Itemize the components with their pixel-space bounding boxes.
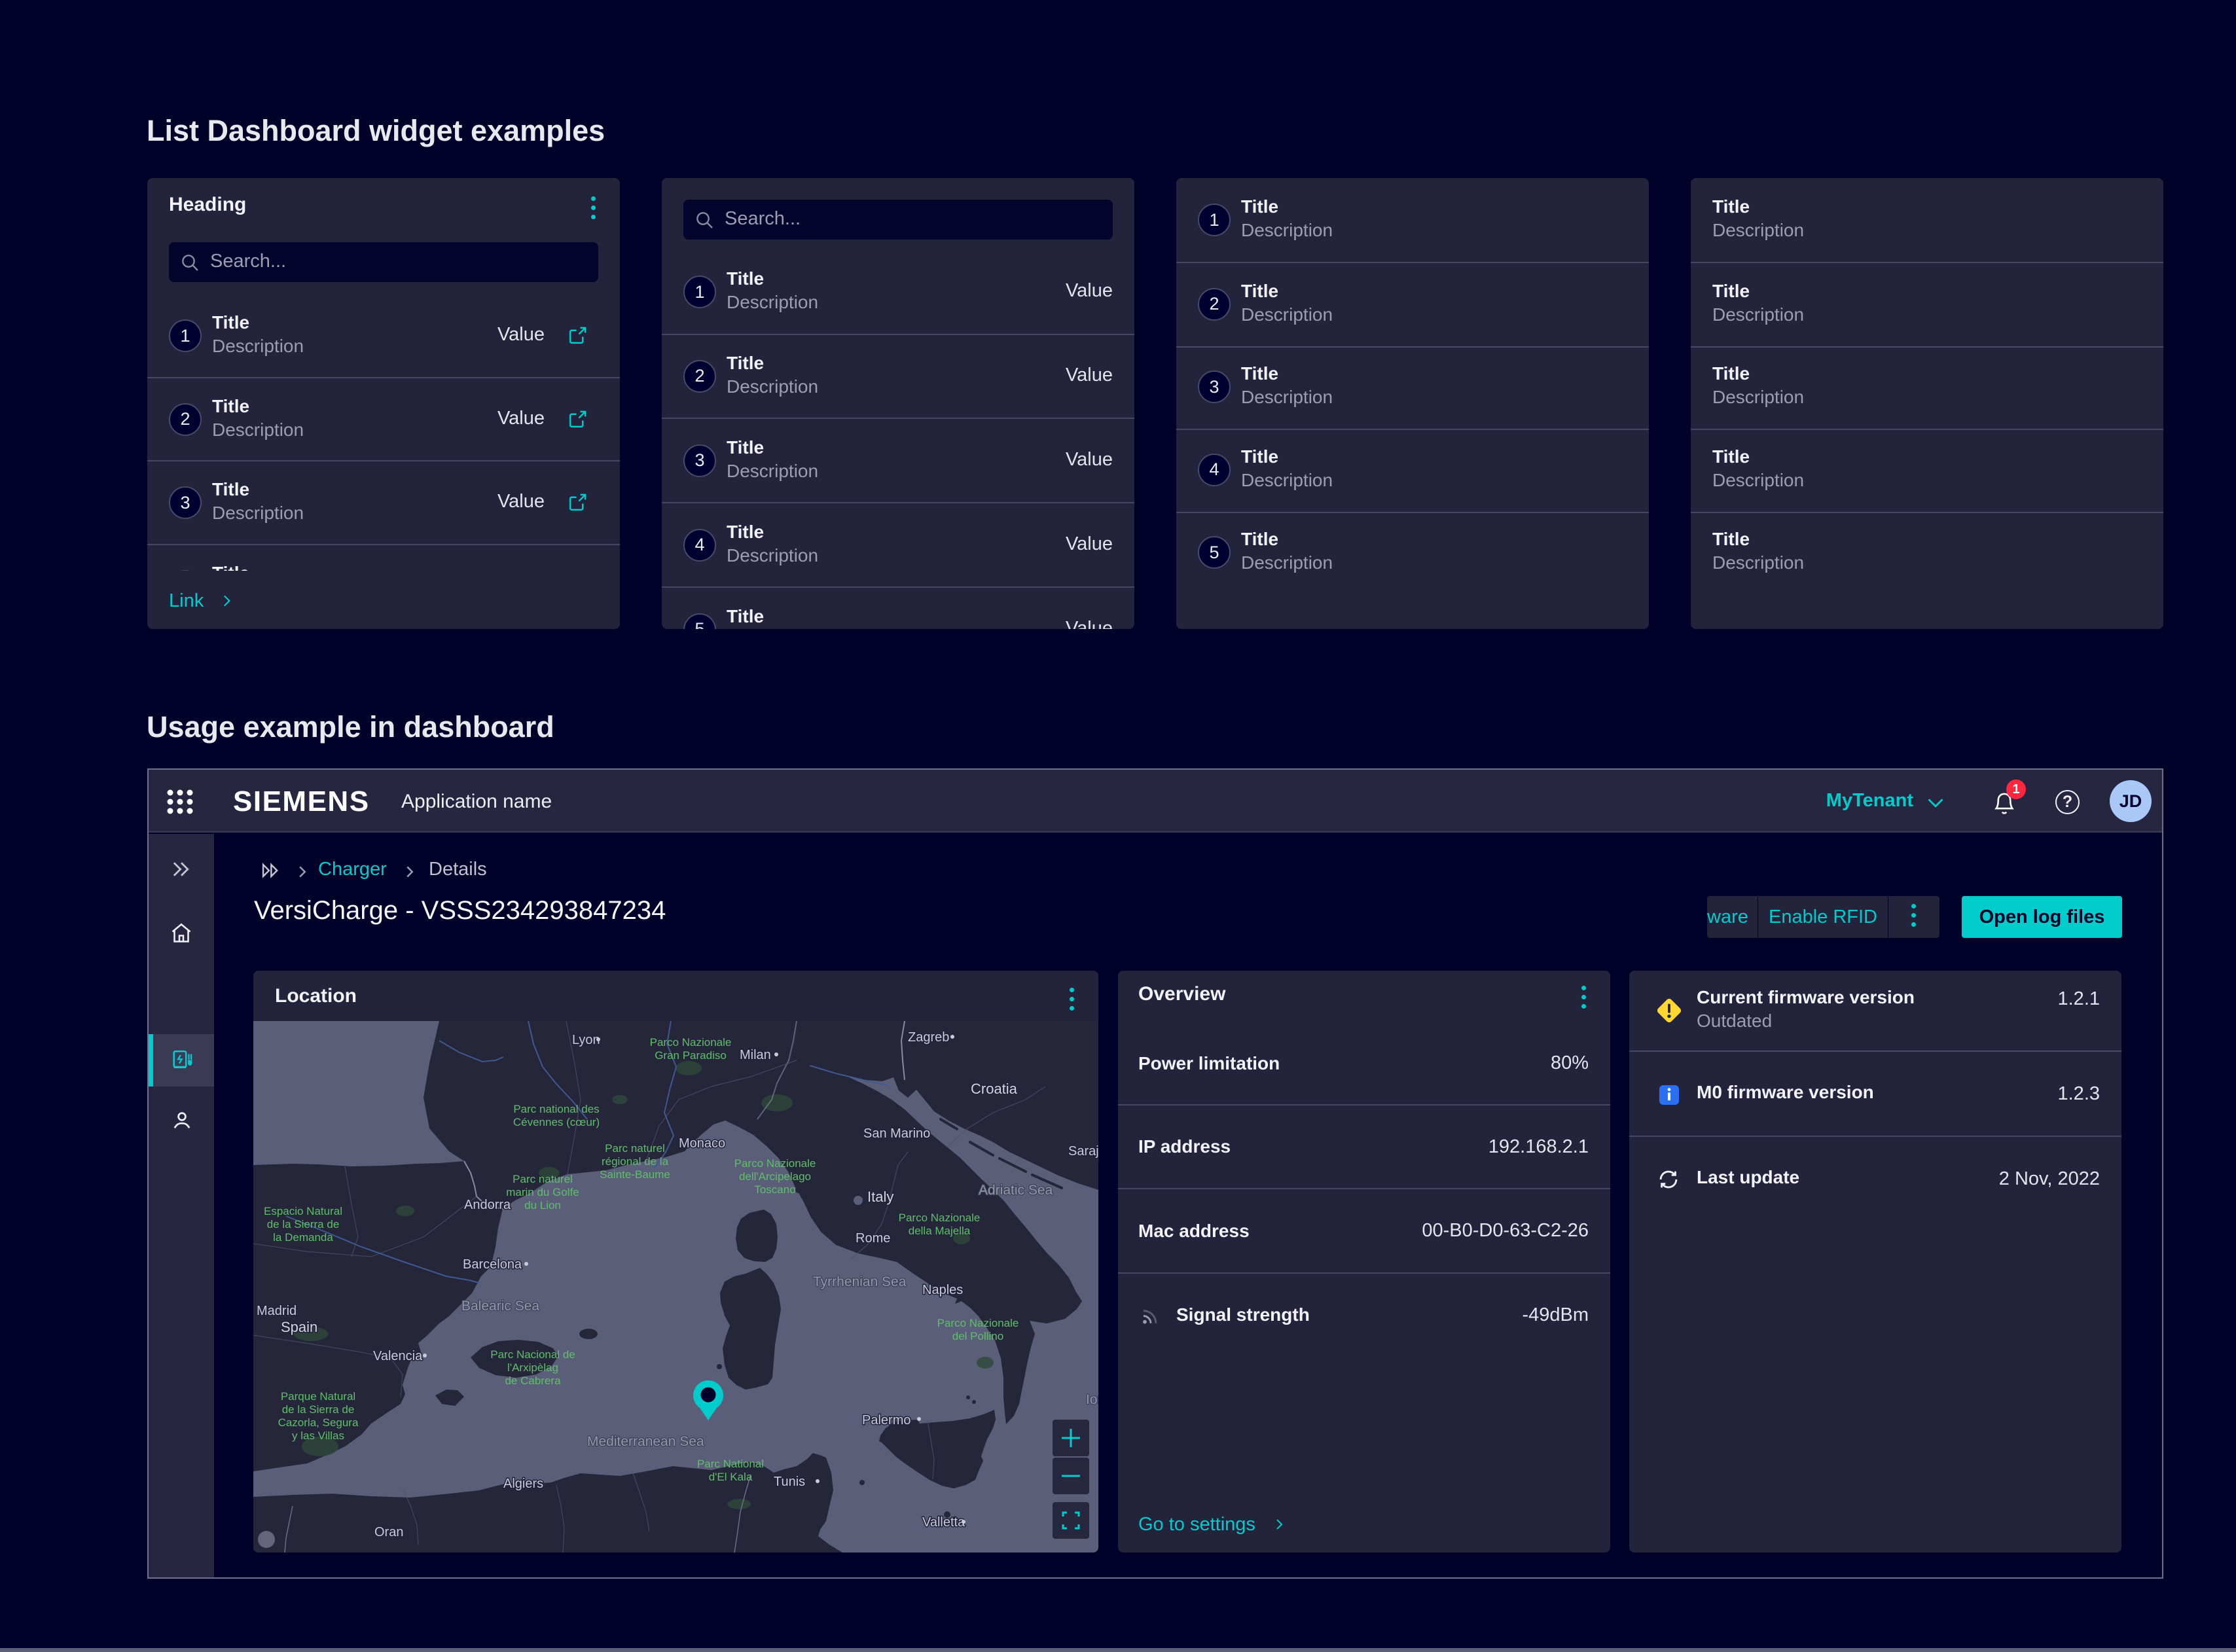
svg-text:du Lion: du Lion <box>524 1199 561 1212</box>
svg-text:Parco Nazionale: Parco Nazionale <box>937 1317 1019 1329</box>
svg-text:Parco Nazionale: Parco Nazionale <box>650 1036 732 1049</box>
svg-text:Milan: Milan <box>740 1048 771 1062</box>
svg-text:de Cabrera: de Cabrera <box>505 1374 561 1387</box>
svg-text:marin du Golfe: marin du Golfe <box>506 1186 579 1198</box>
svg-text:Tunis: Tunis <box>774 1475 805 1489</box>
svg-text:Parc naturel: Parc naturel <box>605 1142 665 1155</box>
svg-text:della Majella: della Majella <box>909 1225 971 1237</box>
svg-text:San Marino: San Marino <box>863 1126 930 1141</box>
svg-text:Rome: Rome <box>856 1231 890 1246</box>
svg-text:Cazorla, Segura: Cazorla, Segura <box>278 1416 359 1429</box>
svg-text:Parc Nacional de: Parc Nacional de <box>490 1348 575 1361</box>
svg-text:Zagreb: Zagreb <box>908 1030 949 1045</box>
svg-text:Parco Nazionale: Parco Nazionale <box>734 1157 816 1170</box>
svg-text:y las Villas: y las Villas <box>292 1429 344 1442</box>
svg-text:Valletta: Valletta <box>922 1515 965 1530</box>
svg-text:Andorra: Andorra <box>464 1198 511 1212</box>
svg-text:dell'Arcipelago: dell'Arcipelago <box>739 1170 811 1183</box>
svg-text:Parc naturel: Parc naturel <box>513 1173 573 1185</box>
svg-text:Monaco: Monaco <box>679 1136 725 1151</box>
svg-text:Parco Nazionale: Parco Nazionale <box>899 1212 981 1224</box>
svg-text:Sainte-Baume: Sainte-Baume <box>600 1168 670 1181</box>
svg-text:Sarajev: Sarajev <box>1068 1144 1098 1158</box>
svg-text:Balearic Sea: Balearic Sea <box>461 1299 539 1314</box>
svg-text:régional de la: régional de la <box>602 1155 669 1168</box>
svg-text:la Demanda: la Demanda <box>273 1231 333 1244</box>
svg-text:Naples: Naples <box>922 1283 963 1297</box>
svg-text:Croatia: Croatia <box>971 1081 1018 1097</box>
svg-text:Lyon: Lyon <box>572 1033 600 1047</box>
svg-text:Parc National: Parc National <box>697 1458 764 1470</box>
svg-text:d'El Kala: d'El Kala <box>709 1471 753 1483</box>
svg-text:Gran Paradiso: Gran Paradiso <box>655 1049 727 1062</box>
svg-text:Espacio Natural: Espacio Natural <box>264 1205 342 1217</box>
svg-text:Ionian: Ionian <box>1086 1392 1098 1407</box>
svg-text:Madrid: Madrid <box>257 1304 297 1318</box>
svg-text:Mediterranean Sea: Mediterranean Sea <box>587 1434 704 1449</box>
svg-text:Italy: Italy <box>867 1189 893 1205</box>
svg-text:Toscano: Toscano <box>754 1183 795 1196</box>
svg-text:Algiers: Algiers <box>503 1477 543 1491</box>
svg-text:Parc national des: Parc national des <box>513 1103 599 1115</box>
svg-text:Cévennes (cœur): Cévennes (cœur) <box>513 1116 600 1128</box>
svg-text:Barcelona: Barcelona <box>463 1257 522 1272</box>
svg-text:de la Sierra de: de la Sierra de <box>282 1403 355 1416</box>
svg-text:de la Sierra de: de la Sierra de <box>267 1218 340 1230</box>
svg-text:Parque Natural: Parque Natural <box>281 1390 355 1403</box>
svg-text:Valencia: Valencia <box>373 1349 423 1363</box>
svg-text:Tyrrhenian Sea: Tyrrhenian Sea <box>813 1274 907 1289</box>
svg-text:Palermo: Palermo <box>862 1413 911 1428</box>
svg-text:l'Arxipèlag: l'Arxipèlag <box>507 1361 558 1374</box>
svg-text:del Pollino: del Pollino <box>952 1330 1003 1342</box>
svg-text:Spain: Spain <box>281 1319 317 1335</box>
svg-text:Adriatic Sea: Adriatic Sea <box>979 1183 1053 1198</box>
svg-text:Oran: Oran <box>374 1525 403 1539</box>
